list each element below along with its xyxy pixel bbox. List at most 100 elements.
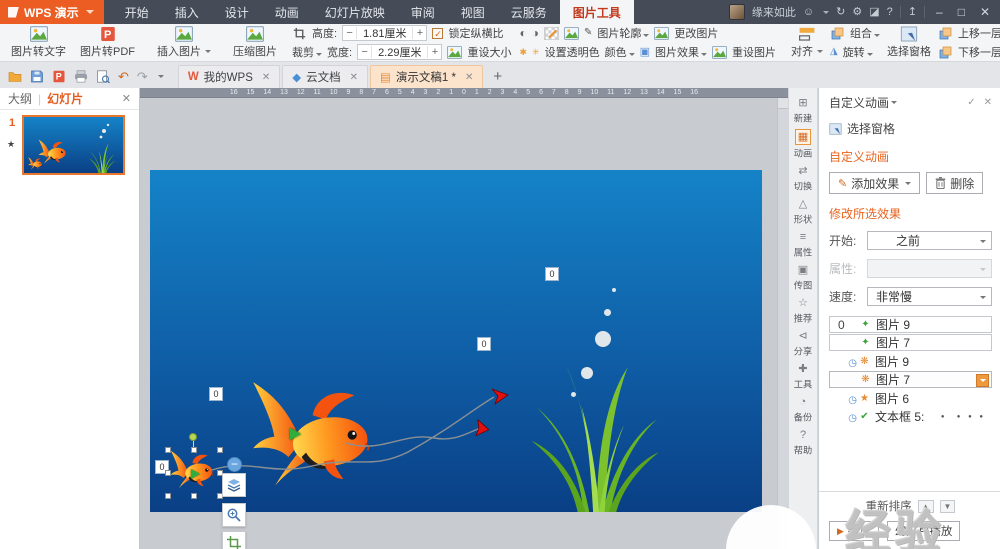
sidebar-item-transition[interactable]: ⇄切换: [793, 164, 813, 193]
restore-button[interactable]: □: [954, 5, 969, 19]
selection-box[interactable]: [168, 450, 220, 496]
pin-panel-icon[interactable]: ✓: [967, 97, 975, 108]
scroll-up-arrow[interactable]: [778, 98, 788, 109]
width-plus-button[interactable]: +: [427, 46, 441, 58]
resize-handle[interactable]: [191, 447, 197, 453]
sidebar-item-upload-image[interactable]: ▣传图: [793, 263, 813, 292]
resize-handle[interactable]: [165, 447, 171, 453]
settings-gear-icon[interactable]: ⚙: [852, 7, 862, 18]
tab-review[interactable]: 审阅: [398, 0, 448, 24]
tab-design[interactable]: 设计: [212, 0, 262, 24]
set-transparent-button[interactable]: 设置透明色: [545, 44, 600, 60]
slides-tab[interactable]: 幻灯片: [47, 90, 83, 107]
sync-icon[interactable]: ↻: [836, 7, 845, 18]
height-plus-button[interactable]: +: [412, 27, 426, 39]
delete-effect-button[interactable]: 删除: [926, 172, 983, 194]
slide-thumbnail[interactable]: [22, 115, 125, 175]
outline-tab[interactable]: 大纲: [8, 90, 32, 107]
vertical-scrollbar[interactable]: [777, 98, 788, 549]
sidebar-item-recommend[interactable]: ☆推荐: [793, 296, 813, 325]
send-backward-button[interactable]: 下移一层: [958, 44, 1000, 60]
collapse-toolbar-button[interactable]: −: [227, 457, 242, 472]
item-options-dropdown[interactable]: [976, 374, 989, 387]
resize-handle[interactable]: [217, 447, 223, 453]
animation-item[interactable]: ◷ ✔ 文本框 5: ● ● ● ●: [829, 408, 992, 425]
rotation-handle[interactable]: [189, 433, 197, 441]
open-folder-icon[interactable]: [8, 70, 22, 83]
save-icon[interactable]: [30, 70, 44, 83]
motion-path-2[interactable]: [346, 428, 481, 446]
tab-home[interactable]: 开始: [112, 0, 162, 24]
slide-canvas[interactable]: 0 0 0 0: [150, 170, 762, 512]
brightness-down-icon[interactable]: ✳: [532, 48, 540, 57]
animation-item[interactable]: ✦ 图片 7: [829, 334, 992, 351]
tab-cloud[interactable]: 云服务: [498, 0, 560, 24]
reset-size-button[interactable]: 重设大小: [467, 44, 511, 60]
sidebar-item-help[interactable]: ?帮助: [793, 428, 813, 457]
close-tab-icon[interactable]: ✕: [350, 72, 358, 83]
change-picture-button[interactable]: 更改图片: [674, 25, 718, 41]
export-pdf-icon[interactable]: [52, 70, 66, 83]
sidebar-item-properties[interactable]: ≡属性: [793, 230, 813, 259]
lock-ratio-checkbox[interactable]: ✓: [432, 28, 443, 39]
layers-button[interactable]: [222, 473, 246, 497]
width-value[interactable]: 2.29厘米: [372, 44, 427, 60]
selection-pane-link[interactable]: 选择窗格: [829, 120, 992, 137]
brightness-up-icon[interactable]: ✱: [519, 48, 527, 57]
resize-handle[interactable]: [165, 493, 171, 499]
resize-handle[interactable]: [165, 470, 171, 476]
sidebar-item-new[interactable]: ⊞新建: [793, 96, 813, 125]
close-tab-icon[interactable]: ✕: [262, 72, 270, 83]
tab-insert[interactable]: 插入: [162, 0, 212, 24]
close-panel-icon[interactable]: ✕: [122, 92, 131, 105]
animation-item-selected[interactable]: ❋ 图片 7: [829, 371, 992, 388]
sidebar-item-shapes[interactable]: △形状: [793, 197, 813, 226]
username[interactable]: 缘来如此: [752, 4, 796, 20]
doc-tab-my-wps[interactable]: W 我的WPS ✕: [178, 65, 280, 88]
new-tab-button[interactable]: +: [485, 68, 510, 88]
color-button[interactable]: 颜色: [605, 44, 635, 60]
collapse-ribbon-icon[interactable]: ↥: [908, 7, 917, 18]
wps-logo[interactable]: WPS 演示: [0, 0, 104, 24]
zoom-in-button[interactable]: [222, 503, 246, 527]
close-button[interactable]: ✕: [976, 5, 994, 19]
insert-picture-button[interactable]: 插入图片: [150, 26, 218, 59]
tab-slideshow[interactable]: 幻灯片放映: [312, 0, 398, 24]
sidebar-item-tools[interactable]: ✚工具: [793, 362, 813, 391]
crop-button[interactable]: 裁剪: [292, 44, 322, 60]
image-to-pdf-button[interactable]: 图片转PDF: [73, 26, 142, 59]
group-button[interactable]: 组合: [850, 25, 880, 41]
user-avatar[interactable]: [729, 4, 745, 20]
doc-tab-presentation1[interactable]: ▤ 演示文稿1 * ✕: [370, 65, 483, 88]
animation-item[interactable]: 0 ✦ 图片 9: [829, 316, 992, 333]
bring-forward-button[interactable]: 上移一层: [958, 25, 1000, 41]
print-icon[interactable]: [74, 70, 88, 83]
undo-icon[interactable]: ↶: [118, 70, 129, 83]
height-stepper[interactable]: − 1.81厘米 +: [342, 25, 427, 41]
reset-picture-button[interactable]: 重设图片: [732, 44, 776, 60]
selection-pane-button[interactable]: 选择窗格: [880, 26, 938, 59]
minimize-button[interactable]: –: [932, 5, 947, 19]
redo-icon[interactable]: ↷: [137, 70, 148, 83]
help-icon[interactable]: ?: [887, 7, 893, 18]
sidebar-item-animation[interactable]: ▦动画: [793, 129, 813, 160]
close-panel-icon[interactable]: ✕: [984, 97, 992, 108]
close-tab-icon[interactable]: ✕: [465, 72, 473, 83]
doc-tab-cloud-docs[interactable]: ◆ 云文档 ✕: [282, 65, 368, 88]
print-preview-icon[interactable]: [96, 70, 110, 83]
user-caret-icon[interactable]: [823, 11, 829, 14]
picture-outline-button[interactable]: 图片轮廓: [597, 25, 649, 41]
sidebar-item-backup[interactable]: ◔备份: [793, 395, 813, 424]
compress-picture-button[interactable]: 压缩图片: [226, 26, 284, 59]
resize-handle[interactable]: [191, 493, 197, 499]
picture-effects-button[interactable]: 图片效果: [655, 44, 707, 60]
tab-animation[interactable]: 动画: [262, 0, 312, 24]
width-minus-button[interactable]: −: [358, 46, 372, 58]
animation-item[interactable]: ◷ ❋ 图片 9: [829, 353, 992, 370]
rotate-button[interactable]: 旋转: [843, 44, 873, 60]
motion-path-1[interactable]: [212, 397, 494, 470]
align-button[interactable]: 对齐: [784, 26, 830, 59]
screenshot-crop-button[interactable]: [222, 531, 246, 549]
contrast-up-icon[interactable]: ◐: [519, 27, 526, 39]
qat-caret-icon[interactable]: [158, 75, 164, 78]
